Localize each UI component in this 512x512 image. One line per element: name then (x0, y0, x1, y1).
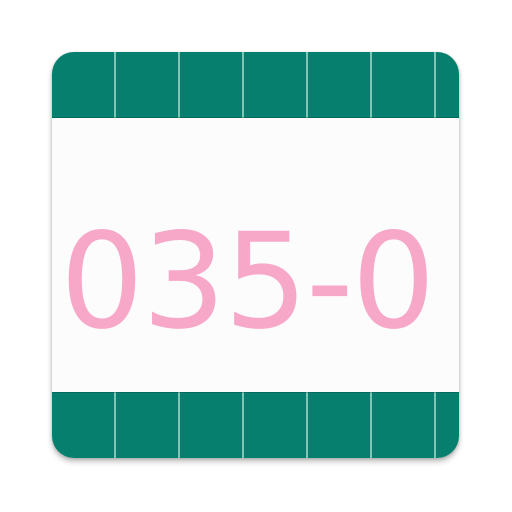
code-display-area: 035-0 (52, 118, 459, 392)
bottom-stripe-band (52, 392, 459, 458)
code-text: 035-0 (60, 205, 436, 359)
bottom-band-edge (52, 392, 459, 393)
top-stripe-band (52, 52, 459, 118)
app-icon: 035-0 (52, 52, 459, 458)
